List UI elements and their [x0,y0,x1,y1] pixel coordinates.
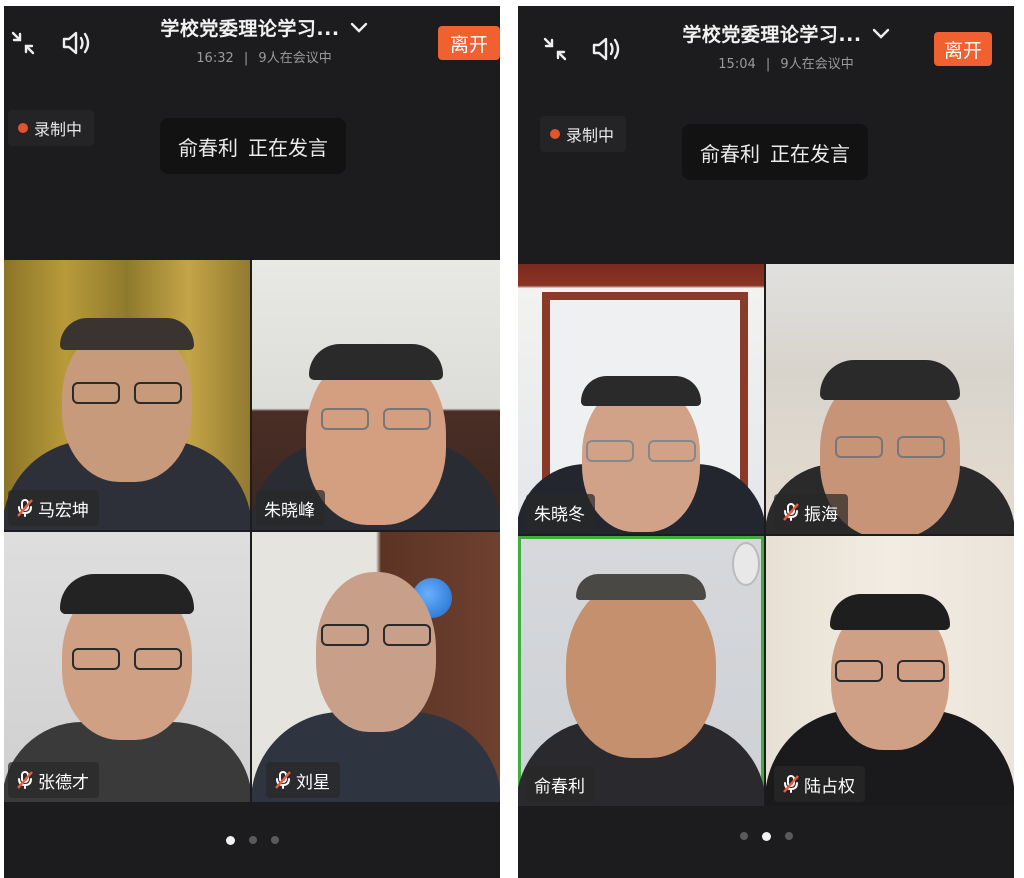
participant-hair [576,574,706,600]
status-separator: | [765,57,771,72]
page-dot[interactable] [761,832,771,841]
video-grid: 马宏坤 朱晓峰 张德才 刘星 [4,260,500,804]
participant-name: 振海 [804,504,838,525]
speaker-status: 正在发言 [248,135,328,160]
meeting-top-bar: 学校党委理论学习... 16:32 | 9人在会议中 离开 [4,6,500,84]
page-dot[interactable] [739,832,748,840]
participant-hair [60,574,194,614]
participant-face [566,578,716,758]
participant-hair [60,318,194,350]
mic-muted-icon [782,774,800,794]
status-separator: | [243,51,249,66]
participant-name: 张德才 [38,772,89,793]
participant-name-tag: 振海 [774,494,848,530]
active-speaker-toast: 俞春利 正在发言 [682,124,868,180]
video-tile[interactable]: 刘星 [252,532,500,802]
video-tile[interactable]: 朱晓冬 [518,264,764,534]
speaker-status: 正在发言 [770,141,850,166]
participant-glasses [321,408,431,432]
speaker-name: 俞春利 [178,135,238,160]
video-grid: 朱晓冬 振海 俞春利 陆占权 [518,264,1014,808]
participant-name-tag: 张德才 [8,762,99,798]
participant-glasses [835,660,945,684]
mic-muted-icon [274,770,292,790]
participant-hair [820,360,960,400]
video-tile-active-speaker[interactable]: 俞春利 [518,536,764,806]
recording-label: 录制中 [566,126,615,145]
page-dot[interactable] [270,836,279,844]
leave-button[interactable]: 离开 [438,26,500,60]
participant-name-tag: 刘星 [266,762,340,798]
participant-name: 刘星 [296,772,330,793]
mic-muted-icon [782,502,800,522]
participant-glasses [586,440,696,464]
participant-face [316,572,436,732]
wall-clock-decoration [732,542,760,586]
participant-glasses [72,382,182,406]
page-dot[interactable] [225,836,235,845]
meeting-status-line: 16:32 | 9人在会议中 [134,47,394,66]
recording-dot-icon [18,123,28,133]
page-dot[interactable] [784,832,793,840]
speaker-name: 俞春利 [700,141,760,166]
meeting-status-line: 15:04 | 9人在会议中 [656,53,916,72]
recording-indicator: 录制中 [540,116,627,152]
participant-name: 俞春利 [534,776,585,797]
participant-name-tag: 俞春利 [526,766,595,802]
mic-muted-icon [16,498,34,518]
page-dot[interactable] [248,836,257,844]
participant-name-tag: 陆占权 [774,766,865,802]
meeting-title-block[interactable]: 学校党委理论学习... 15:04 | 9人在会议中 [656,20,916,72]
participant-glasses [835,436,945,460]
video-tile[interactable]: 马宏坤 [4,260,250,530]
meeting-time: 15:04 [718,57,756,72]
participant-glasses [321,624,431,648]
recording-dot-icon [550,129,560,139]
meeting-top-bar: 学校党委理论学习... 15:04 | 9人在会议中 离开 [518,6,1014,84]
participant-name: 朱晓冬 [534,504,585,525]
participant-count: 9人在会议中 [780,57,854,72]
participant-hair [581,376,701,406]
speaker-volume-icon[interactable] [590,32,624,66]
page-indicator [518,832,1014,841]
mic-muted-icon [16,770,34,790]
recording-indicator: 录制中 [8,110,95,146]
leave-button[interactable]: 离开 [934,32,992,66]
chevron-down-icon[interactable] [350,22,368,34]
meeting-screen-left: 学校党委理论学习... 16:32 | 9人在会议中 离开 录制中 俞春利 正在… [4,6,500,878]
speaker-volume-icon[interactable] [60,26,94,60]
video-tile[interactable]: 朱晓峰 [252,260,500,530]
participant-glasses [72,648,182,672]
participant-name-tag: 马宏坤 [8,490,99,526]
participant-name: 朱晓峰 [264,500,315,521]
video-tile[interactable]: 张德才 [4,532,250,802]
participant-name: 陆占权 [804,776,855,797]
meeting-title-block[interactable]: 学校党委理论学习... 16:32 | 9人在会议中 [134,14,394,66]
video-tile[interactable]: 振海 [766,264,1014,534]
video-tile[interactable]: 陆占权 [766,536,1014,806]
participant-hair [309,344,443,380]
shrink-arrows-icon[interactable] [6,26,40,60]
active-speaker-toast: 俞春利 正在发言 [160,118,346,174]
page-indicator [4,836,500,845]
meeting-screen-right: 学校党委理论学习... 15:04 | 9人在会议中 离开 录制中 俞春利 正在… [518,6,1014,878]
meeting-time: 16:32 [196,51,234,66]
shrink-arrows-icon[interactable] [538,32,572,66]
participant-name: 马宏坤 [38,500,89,521]
participant-name-tag: 朱晓冬 [526,494,595,530]
participant-count: 9人在会议中 [258,51,332,66]
participant-name-tag: 朱晓峰 [256,490,325,526]
recording-label: 录制中 [34,120,83,139]
participant-hair [830,594,950,630]
chevron-down-icon[interactable] [872,28,890,40]
meeting-title: 学校党委理论学习... [682,24,862,46]
meeting-title: 学校党委理论学习... [160,18,340,40]
